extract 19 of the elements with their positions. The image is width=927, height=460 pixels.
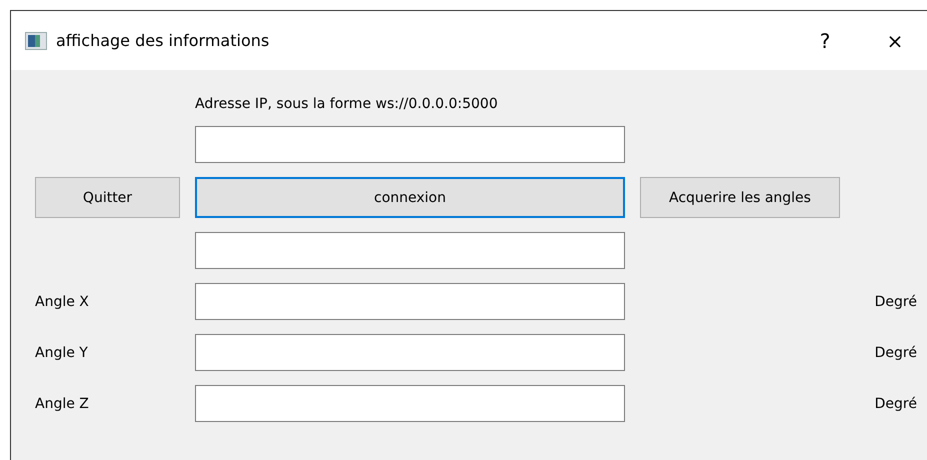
quit-button[interactable]: Quitter <box>35 177 180 218</box>
ip-label: Adresse IP, sous la forme ws://0.0.0.0:5000 <box>195 96 499 112</box>
help-button[interactable]: ? <box>795 20 855 60</box>
angle-label: Angle Y <box>35 344 89 360</box>
angle-label: Angle Z <box>35 396 90 412</box>
connect-button[interactable]: connexion <box>195 177 625 218</box>
angle-field[interactable] <box>195 283 625 320</box>
unit-label: Degré <box>874 396 917 412</box>
close-button[interactable]: × <box>865 20 925 60</box>
window-title: affichage des informations <box>56 31 270 50</box>
ip-field[interactable] <box>195 126 625 163</box>
unit-label: Degré <box>874 294 917 310</box>
unit-label: Degré <box>874 344 917 360</box>
status-field[interactable] <box>195 232 625 269</box>
app-icon <box>25 32 47 50</box>
angle-label: Angle X <box>35 294 90 310</box>
angle-field[interactable] <box>195 334 625 371</box>
angle-field[interactable] <box>195 385 625 422</box>
acquire-angles-button[interactable]: Acquerire les angles <box>640 177 840 218</box>
